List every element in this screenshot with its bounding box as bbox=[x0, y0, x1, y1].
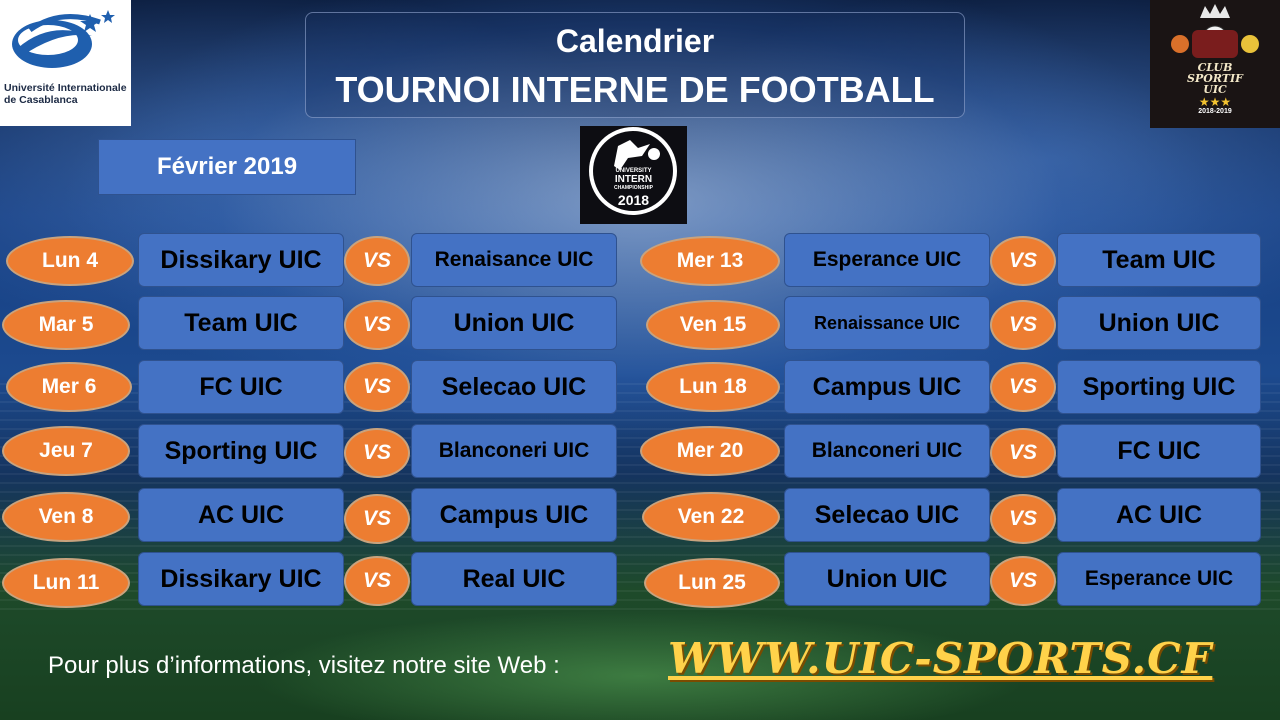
team-away: Esperance UIC bbox=[1057, 552, 1261, 606]
team-away: Renaisance UIC bbox=[411, 233, 617, 287]
team-away: Selecao UIC bbox=[411, 360, 617, 414]
vs-badge: VS bbox=[990, 236, 1056, 286]
team-home: Renaissance UIC bbox=[784, 296, 990, 350]
team-home: Campus UIC bbox=[784, 360, 990, 414]
page-subtitle: TOURNOI INTERNE DE FOOTBALL bbox=[335, 69, 935, 110]
vs-badge: VS bbox=[990, 494, 1056, 544]
vs-badge: VS bbox=[990, 428, 1056, 478]
match-day: Mer 6 bbox=[6, 362, 132, 412]
match-day: Ven 22 bbox=[642, 492, 780, 542]
match-day: Ven 15 bbox=[646, 300, 780, 350]
match-day: Mer 20 bbox=[640, 426, 780, 476]
team-home: Team UIC bbox=[138, 296, 344, 350]
match-day: Lun 11 bbox=[2, 558, 130, 608]
vs-badge: VS bbox=[344, 236, 410, 286]
match-day: Lun 25 bbox=[644, 558, 780, 608]
match-day: Lun 18 bbox=[646, 362, 780, 412]
globe-icon bbox=[12, 10, 115, 68]
crown-ball-icon bbox=[1171, 4, 1259, 58]
website-link[interactable]: WWW.UIC-SPORTS.CF bbox=[668, 634, 1212, 683]
team-away: Sporting UIC bbox=[1057, 360, 1261, 414]
team-home: Dissikary UIC bbox=[138, 552, 344, 606]
club-name: CLUB SPORTIF UIC bbox=[1187, 61, 1243, 96]
team-home: Blanconeri UIC bbox=[784, 424, 990, 478]
club-logo: CLUB SPORTIF UIC ★★★ 2018-2019 bbox=[1150, 0, 1280, 128]
match-day: Jeu 7 bbox=[2, 426, 130, 476]
team-home: Esperance UIC bbox=[784, 233, 990, 287]
team-home: Dissikary UIC bbox=[138, 233, 344, 287]
team-away: Campus UIC bbox=[411, 488, 617, 542]
team-home: FC UIC bbox=[138, 360, 344, 414]
team-away: Team UIC bbox=[1057, 233, 1261, 287]
team-home: Sporting UIC bbox=[138, 424, 344, 478]
team-away: Union UIC bbox=[411, 296, 617, 350]
match-day: Lun 4 bbox=[6, 236, 134, 286]
vs-badge: VS bbox=[344, 362, 410, 412]
title-panel: Calendrier TOURNOI INTERNE DE FOOTBALL bbox=[305, 12, 965, 118]
team-home: Selecao UIC bbox=[784, 488, 990, 542]
page-title: Calendrier bbox=[555, 23, 715, 59]
team-away: FC UIC bbox=[1057, 424, 1261, 478]
match-day: Ven 8 bbox=[2, 492, 130, 542]
team-home: Union UIC bbox=[784, 552, 990, 606]
month-label: Février 2019 bbox=[98, 139, 356, 195]
match-day: Mer 13 bbox=[640, 236, 780, 286]
vs-badge: VS bbox=[344, 428, 410, 478]
footer-text: Pour plus d’informations, visitez notre … bbox=[48, 652, 560, 679]
club-season: 2018-2019 bbox=[1198, 108, 1232, 115]
university-logo: Université Internationale de Casablanca bbox=[0, 0, 131, 126]
team-away: Blanconeri UIC bbox=[411, 424, 617, 478]
team-away: Union UIC bbox=[1057, 296, 1261, 350]
vs-badge: VS bbox=[344, 556, 410, 606]
team-away: AC UIC bbox=[1057, 488, 1261, 542]
stars-icon: ★★★ bbox=[1198, 95, 1232, 109]
vs-badge: VS bbox=[990, 300, 1056, 350]
vs-badge: VS bbox=[990, 556, 1056, 606]
championship-logo: UNIVERSITY INTERN CHAMPIONSHIP 2018 bbox=[580, 126, 687, 224]
vs-badge: VS bbox=[344, 300, 410, 350]
vs-badge: VS bbox=[990, 362, 1056, 412]
team-home: AC UIC bbox=[138, 488, 344, 542]
vs-badge: VS bbox=[344, 494, 410, 544]
team-away: Real UIC bbox=[411, 552, 617, 606]
match-day: Mar 5 bbox=[2, 300, 130, 350]
university-name: Université Internationale de Casablanca bbox=[4, 82, 127, 106]
